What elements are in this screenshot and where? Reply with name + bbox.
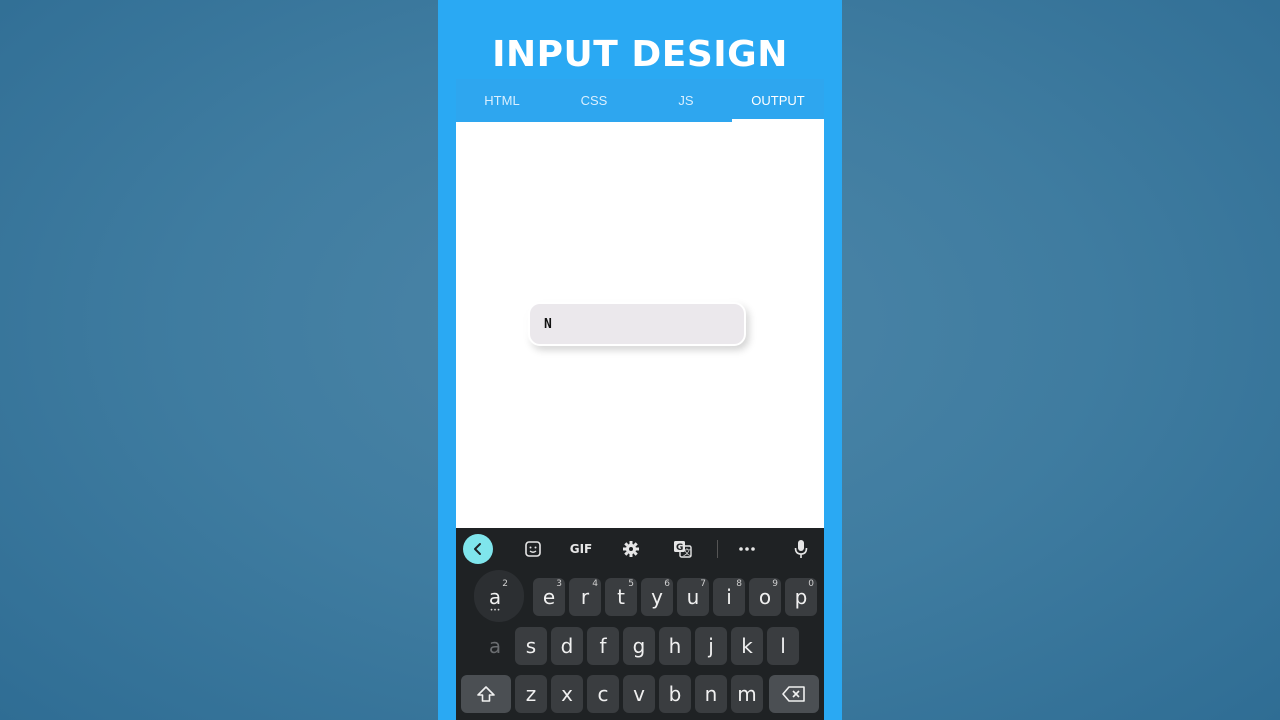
shift-icon xyxy=(477,686,495,702)
key-number-hint: 8 xyxy=(736,579,742,589)
key-a-pressed[interactable]: a2 xyxy=(479,578,511,616)
key-c[interactable]: c xyxy=(587,675,619,713)
key-label: u xyxy=(686,585,700,609)
key-label: t xyxy=(617,585,625,609)
key-number-hint: 7 xyxy=(700,579,706,589)
keyboard-toolbar: GIF G文 xyxy=(456,528,824,570)
key-h[interactable]: h xyxy=(659,627,691,665)
key-d[interactable]: d xyxy=(551,627,583,665)
key-label: o xyxy=(758,585,772,609)
key-s[interactable]: s xyxy=(515,627,547,665)
chevron-left-icon[interactable] xyxy=(463,534,493,564)
tab-css[interactable]: CSS xyxy=(548,79,640,122)
key-y[interactable]: y6 xyxy=(641,578,673,616)
key-label: a xyxy=(488,585,502,609)
toolbar-divider xyxy=(717,540,718,558)
key-number-hint: 6 xyxy=(664,579,670,589)
key-u[interactable]: u7 xyxy=(677,578,709,616)
key-r[interactable]: r4 xyxy=(569,578,601,616)
key-number-hint: 3 xyxy=(556,579,562,589)
page-title: INPUT DESIGN xyxy=(492,34,788,75)
tab-html[interactable]: HTML xyxy=(456,79,548,122)
key-number-hint: 0 xyxy=(808,579,814,589)
key-k[interactable]: k xyxy=(731,627,763,665)
key-a-ghost: a xyxy=(488,634,502,658)
key-f[interactable]: f xyxy=(587,627,619,665)
backspace-key[interactable] xyxy=(769,675,819,713)
tab-output[interactable]: OUTPUT xyxy=(732,79,824,122)
output-panel xyxy=(456,122,824,528)
more-icon[interactable] xyxy=(732,534,762,564)
phone-screen: INPUT DESIGN HTML CSS JS OUTPUT GIF G文 xyxy=(438,0,842,720)
key-g[interactable]: g xyxy=(623,627,655,665)
key-number-hint: 9 xyxy=(772,579,778,589)
key-label: i xyxy=(726,585,732,609)
key-o[interactable]: o9 xyxy=(749,578,781,616)
key-label: r xyxy=(580,585,590,609)
svg-text:文: 文 xyxy=(683,547,691,557)
text-input[interactable] xyxy=(528,302,746,346)
gear-icon[interactable] xyxy=(616,534,646,564)
gif-button[interactable]: GIF xyxy=(564,534,598,564)
tab-bar: HTML CSS JS OUTPUT xyxy=(456,79,824,122)
key-t[interactable]: t5 xyxy=(605,578,637,616)
key-e[interactable]: e3 xyxy=(533,578,565,616)
sticker-icon[interactable] xyxy=(518,534,548,564)
key-label: y xyxy=(651,585,663,609)
key-p[interactable]: p0 xyxy=(785,578,817,616)
key-b[interactable]: b xyxy=(659,675,691,713)
key-label: e xyxy=(542,585,556,609)
key-number-hint: 4 xyxy=(592,579,598,589)
key-x[interactable]: x xyxy=(551,675,583,713)
key-number-hint: 2 xyxy=(502,579,508,589)
key-m[interactable]: m xyxy=(731,675,763,713)
key-v[interactable]: v xyxy=(623,675,655,713)
key-j[interactable]: j xyxy=(695,627,727,665)
tab-js[interactable]: JS xyxy=(640,79,732,122)
key-label: p xyxy=(794,585,808,609)
translate-icon[interactable]: G文 xyxy=(668,534,698,564)
key-z[interactable]: z xyxy=(515,675,547,713)
mic-icon[interactable] xyxy=(786,534,816,564)
key-number-hint: 5 xyxy=(628,579,634,589)
on-screen-keyboard: GIF G文 a2 e3 r4 t5 y6 u7 i8 o9 p0 xyxy=(456,528,824,720)
key-l[interactable]: l xyxy=(767,627,799,665)
key-i[interactable]: i8 xyxy=(713,578,745,616)
backspace-icon xyxy=(782,686,805,702)
key-n[interactable]: n xyxy=(695,675,727,713)
shift-key[interactable] xyxy=(461,675,511,713)
